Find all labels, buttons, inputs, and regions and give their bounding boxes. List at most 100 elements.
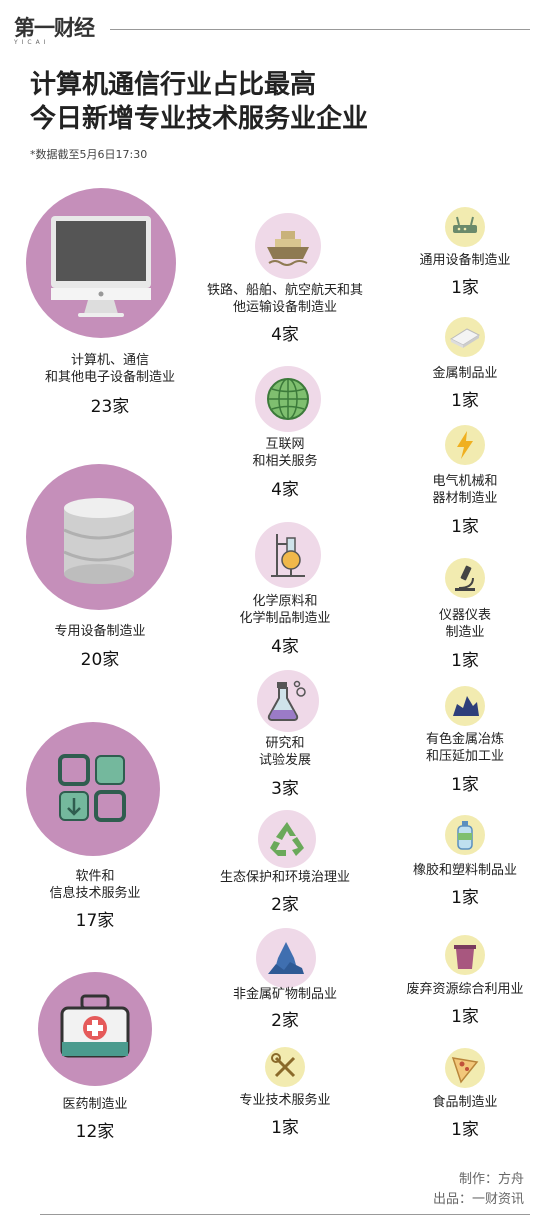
label-computer: 计算机、通信 和其他电子设备制造业 [0,352,220,386]
label-research-line-1: 研究和 [265,736,305,751]
label-pharma-line-1: 医药制造业 [62,1097,128,1112]
category-circle-computer [26,188,176,338]
label-general-equipment-line-1: 通用设备制造业 [419,253,511,268]
label-ecology-line-1: 生态保护和环境治理业 [219,870,350,885]
category-circle-ecology [258,810,316,868]
title-line-2: 今日新增专业技术服务业企业 [30,104,369,134]
label-instruments: 仪器仪表 制造业 [385,607,545,641]
label-computer-line-2: 和其他电子设备制造业 [44,370,175,385]
label-waste-recycling: 废弃资源综合利用业 [385,981,545,998]
label-electrical: 电气机械和 器材制造业 [385,473,545,507]
label-food-line-1: 食品制造业 [432,1095,498,1110]
label-chemical-line-2: 化学制品制造业 [239,611,331,626]
category-circle-nonferrous-metals [445,686,485,726]
count-computer: 23家 [90,397,130,417]
count-internet: 4家 [271,480,299,500]
microscope-icon [455,565,475,591]
count-nonferrous-metals: 1家 [451,775,479,795]
category-circle-waste-recycling [445,935,485,975]
count-nonmetal-mineral: 2家 [271,1011,299,1031]
database-cylinder-icon [63,498,135,584]
count-instruments: 1家 [451,651,479,671]
label-software-line-1: 软件和 [75,869,115,884]
logo-text: 第一财经 [14,16,95,40]
category-circle-pharma [38,972,152,1086]
label-electrical-line-1: 电气机械和 [432,474,498,489]
count-waste-recycling: 1家 [451,1007,479,1027]
label-ecology: 生态保护和环境治理业 [185,869,385,886]
count-ecology: 2家 [271,895,299,915]
category-circle-metal-products [445,317,485,357]
label-chemical-line-1: 化学原料和 [252,594,318,609]
count-general-equipment: 1家 [451,278,479,298]
count-special-equipment: 20家 [80,650,120,670]
label-instruments-line-1: 仪器仪表 [438,608,491,623]
ship-icon [267,231,309,266]
label-nonferrous-metals-line-1: 有色金属冶炼 [425,732,504,747]
chemistry-flask-icon [271,534,305,577]
globe-icon [267,378,309,420]
label-metal-products: 金属制品业 [385,365,545,382]
label-computer-line-1: 计算机、通信 [70,353,149,368]
label-software: 软件和 信息技术服务业 [0,868,190,902]
label-special-equipment: 专用设备制造业 [0,623,200,640]
router-device-icon [453,216,477,233]
label-internet: 互联网 和相关服务 [185,436,385,470]
label-professional-services: 专业技术服务业 [185,1092,385,1109]
category-circle-professional-services [265,1047,305,1087]
label-rubber-plastic: 橡胶和塑料制品业 [385,862,545,879]
header-divider [110,29,530,30]
title-line-1: 计算机通信行业占比最高 [30,70,317,100]
label-research: 研究和 试验发展 [185,735,385,769]
logo-subtext: YICAI [14,39,50,46]
medical-kit-icon [60,994,130,1058]
count-software: 17家 [75,911,115,931]
label-transport: 铁路、船舶、航空航天和其 他运输设备制造业 [185,282,385,316]
tools-icon [271,1053,296,1078]
label-transport-line-2: 他运输设备制造业 [232,300,337,315]
label-metal-products-line-1: 金属制品业 [432,366,498,381]
category-circle-food [445,1048,485,1088]
label-nonferrous-metals: 有色金属冶炼 和压延加工业 [385,731,545,765]
label-special-equipment-line-1: 专用设备制造业 [54,624,146,639]
label-internet-line-2: 和相关服务 [252,454,318,469]
label-chemical: 化学原料和 化学制品制造业 [185,593,385,627]
footer-divider [40,1214,530,1215]
lab-flask-icon [267,680,306,721]
label-research-line-2: 试验发展 [258,753,311,768]
count-rubber-plastic: 1家 [451,888,479,908]
pizza-slice-icon [451,1057,479,1084]
waste-bin-icon [454,945,476,969]
category-circle-nonmetal-mineral [256,928,316,988]
count-food: 1家 [451,1120,479,1140]
category-circle-research [257,670,319,732]
category-circle-rubber-plastic [445,815,485,855]
label-general-equipment: 通用设备制造业 [385,252,545,269]
label-electrical-line-2: 器材制造业 [432,491,498,506]
app-grid-download-icon [58,754,126,822]
count-pharma: 12家 [75,1122,115,1142]
count-electrical: 1家 [451,517,479,537]
plastic-bottle-icon [457,821,473,850]
imac-computer-icon [51,216,151,317]
count-metal-products: 1家 [451,391,479,411]
category-circle-transport [255,213,321,279]
count-transport: 4家 [271,325,299,345]
category-circle-internet [255,366,321,432]
label-internet-line-1: 互联网 [265,437,305,452]
recycle-icon [270,822,304,856]
label-transport-line-1: 铁路、船舶、航空航天和其 [206,283,363,298]
label-food: 食品制造业 [385,1094,545,1111]
category-circle-software [26,722,160,856]
metal-sheet-icon [449,328,481,348]
credit-maker: 制作：方舟 [458,1172,524,1187]
label-nonmetal-mineral-line-1: 非金属矿物制品业 [232,987,337,1002]
category-circle-general-equipment [445,207,485,247]
category-circle-instruments [445,558,485,598]
lightning-icon [457,431,473,459]
label-software-line-2: 信息技术服务业 [49,886,141,901]
label-rubber-plastic-line-1: 橡胶和塑料制品业 [412,863,517,878]
yicai-logo: 第一财经 YICAI [14,16,100,46]
count-research: 3家 [271,779,299,799]
category-circle-special-equipment [26,464,172,610]
